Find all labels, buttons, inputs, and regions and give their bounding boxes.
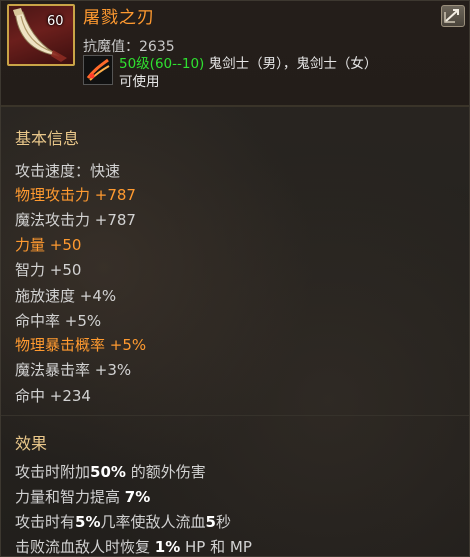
section-divider (1, 415, 469, 416)
curved-blade-icon: 60 (7, 4, 75, 66)
usable-status: 可使用 (119, 74, 160, 90)
effect-line: 攻击时附加50% 的额外伤害 (15, 461, 206, 482)
effect-line: 力量和智力提高 7% (15, 486, 150, 507)
stat-magic-crit: 魔法暴击率 +3% (15, 361, 132, 379)
tooltip-header: 60 屠戮之刃 抗魔值：2635 50级(60--10) 鬼剑士（男），鬼剑士（… (1, 1, 469, 107)
basic-info-title: 基本信息 (15, 129, 80, 148)
effect-line: 击败流血敌人时恢复 1% HP 和 MP (15, 536, 252, 557)
stat-accuracy: 命中 +234 (15, 387, 91, 405)
stat-cast-speed: 施放速度 +4% (15, 287, 117, 305)
effects-title: 效果 (15, 434, 48, 453)
effect-text: 击败流血敌人时恢复 (15, 538, 155, 556)
effect-text: 力量和智力提高 (15, 488, 125, 506)
effect-value: 5% (75, 513, 101, 531)
stat-magic-attack: 魔法攻击力 +787 (15, 211, 136, 229)
effect-text: 攻击时附加 (15, 463, 91, 481)
effect-text: 攻击时有 (15, 513, 76, 531)
effect-line: 攻击时有5%几率使敌人流血5秒 (15, 511, 231, 532)
effect-text: HP 和 MP (180, 538, 252, 556)
effect-value: 50% (90, 463, 126, 481)
effect-value: 7% (124, 488, 151, 506)
requirement-line: 50级(60--10) 鬼剑士（男），鬼剑士（女） (119, 52, 377, 72)
effect-text: 的额外伤害 (125, 463, 206, 481)
effect-value: 5 (205, 513, 216, 531)
stat-intelligence: 智力 +50 (15, 261, 82, 279)
effect-text: 几率使敌人流血 (100, 513, 206, 531)
item-tooltip: 60 屠戮之刃 抗魔值：2635 50级(60--10) 鬼剑士（男），鬼剑士（… (0, 0, 470, 557)
stat-physical-crit: 物理暴击概率 +5% (15, 336, 147, 354)
stat-attack-speed: 攻击速度：快速 (15, 162, 121, 180)
effect-value: 1% (154, 538, 181, 556)
item-name: 屠戮之刃 (83, 8, 155, 28)
stat-physical-attack: 物理攻击力 +787 (15, 186, 136, 204)
effect-text: 秒 (215, 513, 231, 531)
class-restriction: 鬼剑士（男），鬼剑士（女） (204, 56, 378, 72)
ghost-swordsman-icon (83, 55, 113, 85)
compare-icon[interactable] (441, 5, 465, 27)
stat-strength: 力量 +50 (15, 236, 82, 254)
stat-hit-rate: 命中率 +5% (15, 312, 102, 330)
item-level-badge: 60 (47, 14, 64, 29)
